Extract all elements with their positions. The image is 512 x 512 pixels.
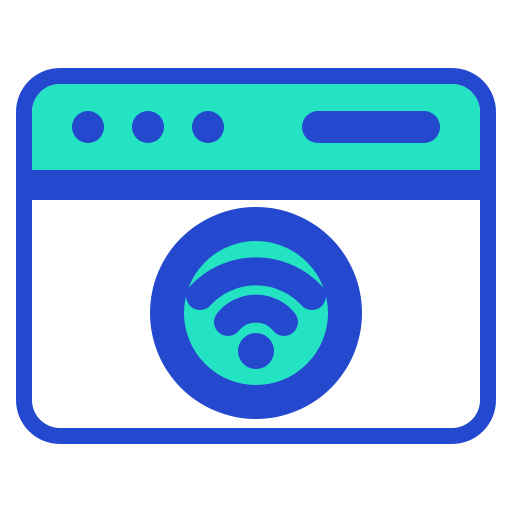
address-bar <box>302 111 440 143</box>
wifi-arc-inner-icon <box>214 294 298 336</box>
wifi-dot-icon <box>238 333 274 369</box>
window-dot-2-icon <box>132 111 164 143</box>
title-bar-divider <box>16 170 496 200</box>
window-dot-3-icon <box>192 111 224 143</box>
icon-canvas <box>0 0 512 512</box>
window-dot-1-icon <box>72 111 104 143</box>
browser-window-wifi-icon <box>16 68 496 444</box>
